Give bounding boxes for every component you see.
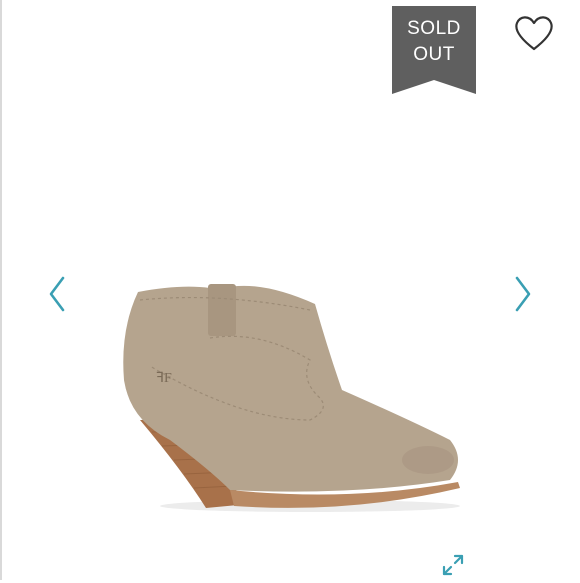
svg-text:ꟻF: ꟻF xyxy=(156,371,172,386)
sold-out-badge: SOLD OUT xyxy=(392,6,476,94)
sold-out-label: SOLD OUT xyxy=(392,16,476,68)
product-image-viewer: SOLD OUT ꟻF xyxy=(0,0,580,580)
chevron-right-icon[interactable] xyxy=(510,272,536,316)
expand-icon[interactable] xyxy=(440,552,466,578)
divider xyxy=(0,0,2,580)
chevron-left-icon[interactable] xyxy=(44,272,70,316)
sold-label-line1: SOLD xyxy=(407,18,461,39)
sold-label-line2: OUT xyxy=(413,44,455,65)
heart-icon[interactable] xyxy=(513,14,555,52)
product-photo-boot: ꟻF xyxy=(110,270,470,520)
